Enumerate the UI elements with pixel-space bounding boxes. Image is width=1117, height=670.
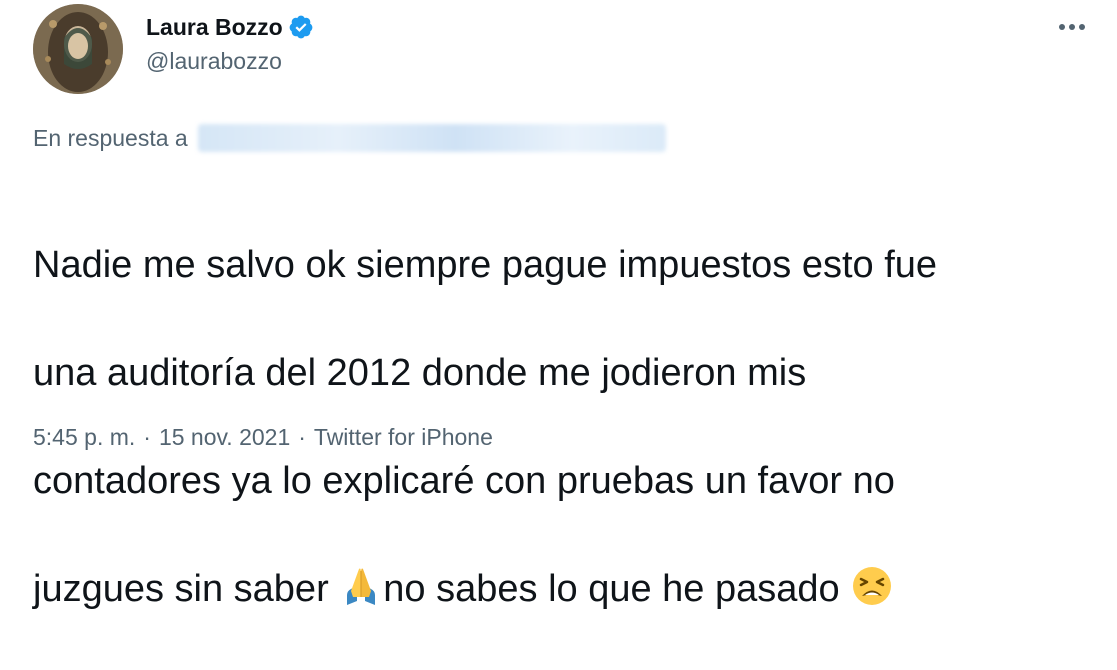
- tweet-date: 15 nov. 2021: [158, 424, 291, 450]
- author-name-row[interactable]: Laura Bozzo: [146, 10, 314, 44]
- reply-context: En respuesta a: [33, 124, 666, 152]
- tweet-timestamp-link[interactable]: 5:45 p. m. · 15 nov. 2021: [33, 424, 290, 451]
- reply-prefix: En respuesta a: [33, 124, 188, 151]
- avatar[interactable]: [33, 4, 123, 94]
- author-handle[interactable]: @laurabozzo: [146, 48, 314, 75]
- author-block[interactable]: Laura Bozzo @laurabozzo: [146, 10, 314, 75]
- tweet-time: 5:45 p. m.: [33, 424, 136, 450]
- tweet-source-link[interactable]: Twitter for iPhone: [314, 424, 493, 451]
- tweet-line: contadores ya lo explicaré con pruebas u…: [33, 460, 895, 502]
- avatar-image: [33, 4, 123, 94]
- tired-face-emoji: [850, 565, 894, 607]
- folded-hands-emoji: [339, 565, 383, 607]
- meta-separator: ·: [143, 424, 151, 450]
- tweet-line: Nadie me salvo ok siempre pague impuesto…: [33, 244, 938, 286]
- tweet-line: una auditoría del 2012 donde me jodieron…: [33, 352, 807, 394]
- more-horizontal-icon: [1059, 24, 1085, 30]
- author-name[interactable]: Laura Bozzo: [146, 14, 283, 41]
- tweet-line-fragment: no sabes lo que he pasado: [383, 568, 851, 610]
- tweet-line-fragment: juzgues sin saber: [33, 568, 340, 610]
- verified-badge-icon: [288, 14, 314, 40]
- tweet-metadata: 5:45 p. m. · 15 nov. 2021 · Twitter for iP…: [33, 424, 493, 451]
- reply-target-redacted[interactable]: [197, 124, 666, 152]
- tweet-line-4: juzgues sin saber no sabes lo que he pas…: [33, 562, 1093, 616]
- more-options-button[interactable]: [1052, 12, 1092, 42]
- meta-separator: ·: [298, 424, 306, 450]
